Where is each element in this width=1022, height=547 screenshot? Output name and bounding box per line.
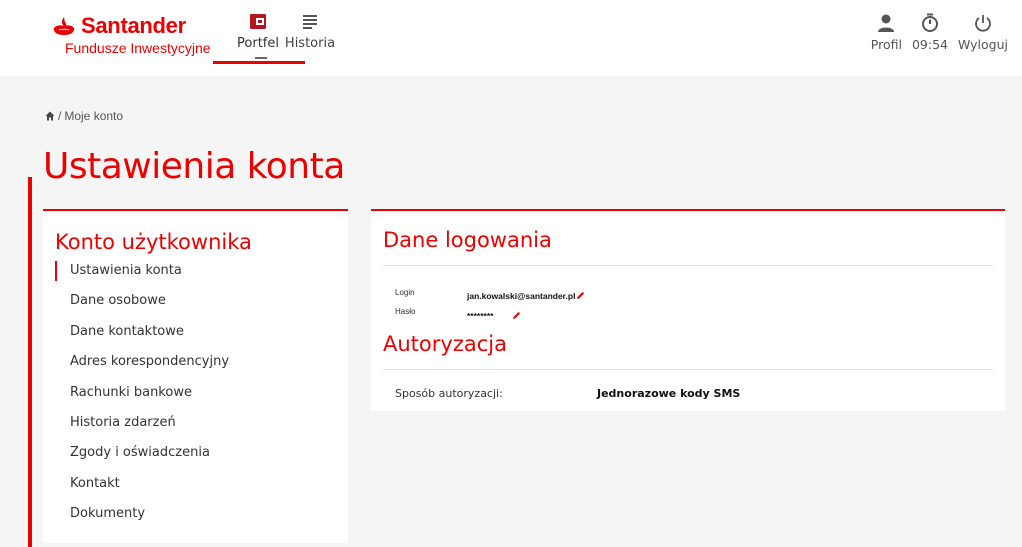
- sidebar-item-dane-kontaktowe[interactable]: Dane kontaktowe: [55, 322, 229, 352]
- breadcrumb-separator: /: [58, 109, 62, 123]
- settings-panel: Dane logowania Login jan.kowalski@santan…: [371, 209, 1005, 411]
- auth-section-title: Autoryzacja: [383, 332, 507, 356]
- wallet-icon: [250, 14, 266, 29]
- session-timer: 09:54: [912, 13, 948, 52]
- logout-button[interactable]: Wyloguj: [958, 13, 1008, 52]
- auth-method-value: Jednorazowe kody SMS: [597, 387, 741, 400]
- sidebar-item-historia-zdarzen[interactable]: Historia zdarzeń: [55, 413, 229, 443]
- account-sidebar: Konto użytkownika Ustawienia konta Dane …: [43, 209, 348, 543]
- sidebar-title: Konto użytkownika: [55, 230, 252, 254]
- top-header: Santander Fundusze Inwestycyjne Portfel …: [0, 0, 1022, 76]
- list-icon: [303, 15, 317, 29]
- profile-label: Profil: [870, 37, 902, 52]
- main-nav: Portfel Historia: [232, 13, 336, 51]
- sidebar-item-dane-osobowe[interactable]: Dane osobowe: [55, 291, 229, 321]
- santander-logo[interactable]: Santander Fundusze Inwestycyjne: [52, 13, 211, 56]
- brand-subtitle: Fundusze Inwestycyjne: [65, 40, 211, 56]
- edit-login-icon[interactable]: [576, 291, 585, 300]
- flame-icon: [53, 17, 75, 35]
- profile-button[interactable]: Profil: [871, 13, 902, 52]
- sidebar-menu: Ustawienia konta Dane osobowe Dane konta…: [55, 261, 229, 535]
- power-icon: [975, 15, 991, 32]
- sidebar-item-ustawienia-konta[interactable]: Ustawienia konta: [55, 261, 229, 291]
- auth-divider: [383, 369, 993, 370]
- logout-label: Wyloguj: [958, 37, 1008, 52]
- login-section-title: Dane logowania: [383, 228, 552, 252]
- sidebar-item-rachunki-bankowe[interactable]: Rachunki bankowe: [55, 383, 229, 413]
- nav-historia-label: Historia: [284, 36, 336, 51]
- sidebar-item-adres-korespondencyjny[interactable]: Adres korespondencyjny: [55, 352, 229, 382]
- nav-portfel[interactable]: Portfel: [232, 13, 284, 51]
- breadcrumb: / Moje konto: [45, 109, 123, 123]
- sidebar-item-dokumenty[interactable]: Dokumenty: [55, 504, 229, 534]
- active-tab-marker: [255, 57, 267, 59]
- home-icon[interactable]: [45, 111, 55, 121]
- brand-name: Santander: [81, 13, 186, 38]
- breadcrumb-current: Moje konto: [64, 109, 124, 123]
- sidebar-item-zgody[interactable]: Zgody i oświadczenia: [55, 443, 229, 473]
- password-value: ********: [467, 311, 494, 321]
- password-label: Hasło: [395, 307, 416, 316]
- login-divider: [383, 265, 993, 266]
- sidebar-item-kontakt[interactable]: Kontakt: [55, 474, 229, 504]
- user-nav: Profil 09:54 Wyloguj: [861, 13, 1008, 52]
- stopwatch-icon: [921, 13, 938, 32]
- page-title: Ustawienia konta: [43, 146, 345, 187]
- left-accent-bar: [28, 177, 32, 547]
- login-label: Login: [395, 288, 415, 297]
- edit-password-icon[interactable]: [512, 311, 521, 320]
- login-value: jan.kowalski@santander.pl: [467, 291, 576, 301]
- active-tab-underline: [213, 61, 305, 64]
- auth-method-label: Sposób autoryzacji:: [395, 387, 503, 400]
- user-icon: [878, 14, 895, 32]
- nav-portfel-label: Portfel: [237, 36, 279, 51]
- timer-label: 09:54: [911, 37, 948, 52]
- nav-historia[interactable]: Historia: [284, 13, 336, 51]
